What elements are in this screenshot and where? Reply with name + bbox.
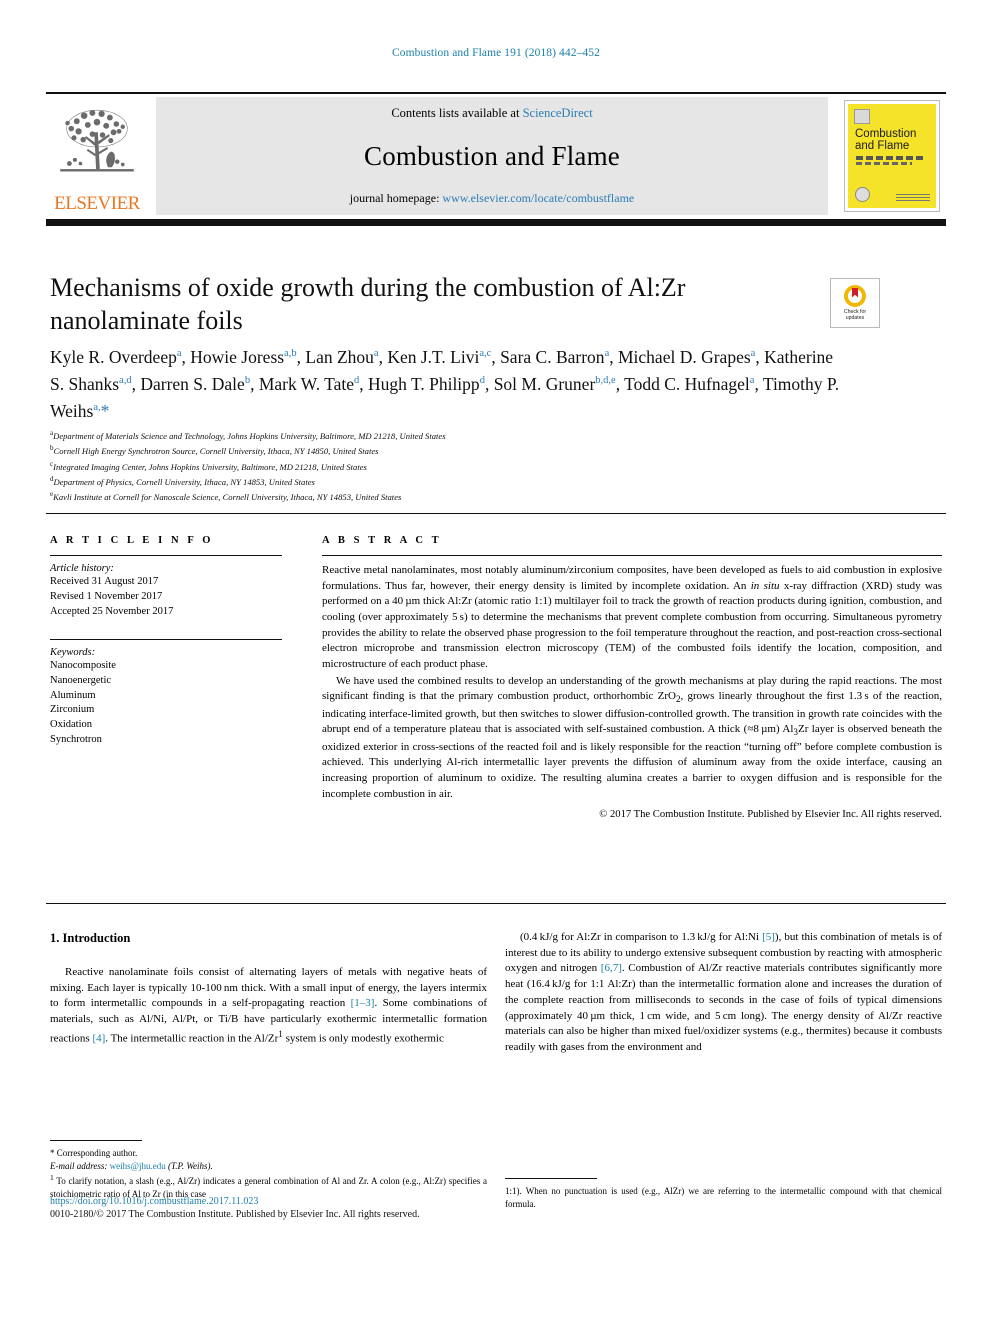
abstract-copyright: © 2017 The Combustion Institute. Publish…: [599, 809, 942, 821]
email-suffix: (T.P. Weihs).: [167, 1161, 213, 1172]
cover-elsevier-mark: [854, 109, 870, 124]
contents-available-line: Contents lists available at ScienceDirec…: [391, 106, 592, 121]
masthead-bottom-rule: [46, 219, 946, 226]
article-info-column: A R T I C L E I N F O Article history: R…: [50, 535, 282, 748]
footnote-block-left: * Corresponding author. E-mail address: …: [50, 1122, 487, 1201]
page-title: Mechanisms of oxide growth during the co…: [50, 273, 686, 335]
crossmark-label-line2: updates: [845, 315, 865, 321]
abstract-rule: [322, 555, 942, 556]
footnote-corresponding-author: * Corresponding author.: [50, 1147, 487, 1160]
body-column-left: 1. Introduction Reactive nanolaminate fo…: [50, 930, 487, 1047]
journal-masthead: ELSEVIER Contents lists available at Sci…: [46, 92, 946, 226]
abstract-paragraph: We have used the combined results to dev…: [322, 674, 942, 800]
paper-page: Combustion and Flame 191 (2018) 442–452: [0, 0, 992, 1323]
homepage-prefix: journal homepage:: [349, 191, 443, 205]
email-label: E-mail address:: [50, 1161, 108, 1172]
affiliation-text: Cornell High Energy Synchrotron Source, …: [53, 446, 379, 457]
running-head: Combustion and Flame 191 (2018) 442–452: [391, 47, 600, 59]
affiliation-item: cIntegrated Imaging Center, Johns Hopkin…: [50, 459, 840, 474]
elsevier-tree-icon: [60, 109, 134, 172]
affiliation-text: Department of Physics, Cornell Universit…: [53, 476, 315, 487]
cover-subtitle-bar-2: [856, 162, 912, 165]
keyword-item: Zirconium: [50, 704, 95, 716]
body-column-right: (0.4 kJ/g for Al:Zr in comparison to 1.3…: [505, 930, 942, 1056]
article-info-heading: A R T I C L E I N F O: [50, 535, 214, 546]
cover-subtitle-bar: [856, 156, 926, 160]
journal-homepage-line: journal homepage: www.elsevier.com/locat…: [350, 191, 634, 206]
cover-footer-mark: [896, 192, 930, 201]
article-history-item: Received 31 August 2017: [50, 576, 159, 587]
doi-link[interactable]: https://doi.org/10.1016/j.combustflame.2…: [50, 1196, 650, 1207]
abstract-paragraph: Reactive metal nanolaminates, most notab…: [322, 564, 942, 671]
keywords-rule: [50, 638, 282, 640]
journal-homepage-link[interactable]: www.elsevier.com/locate/combustflame: [442, 191, 634, 205]
masthead-banner: Contents lists available at ScienceDirec…: [156, 97, 828, 215]
footnote-rule: [505, 1178, 597, 1179]
keywords-label: Keywords:: [50, 646, 96, 658]
keyword-item: Aluminum: [50, 689, 96, 701]
info-block-top-rule: [46, 513, 946, 514]
abstract-heading: A B S T R A C T: [322, 535, 442, 546]
abstract-column: A B S T R A C T Reactive metal nanolamin…: [322, 535, 942, 820]
body-paragraph: Reactive nanolaminate foils consist of a…: [50, 965, 487, 1045]
footnote-email: E-mail address: weihs@jhu.edu (T.P. Weih…: [50, 1160, 487, 1173]
sciencedirect-link[interactable]: ScienceDirect: [523, 106, 593, 120]
affiliation-list: aDepartment of Materials Science and Tec…: [50, 428, 840, 504]
crossmark-label: Check for updates: [844, 309, 866, 322]
journal-cover-thumbnail: Combustion and Flame: [838, 97, 946, 215]
cover-title: Combustion and Flame: [855, 128, 916, 152]
affiliation-item: dDepartment of Physics, Cornell Universi…: [50, 474, 840, 489]
article-history-label: Article history:: [50, 563, 114, 574]
corresponding-label: Corresponding author.: [56, 1148, 138, 1158]
article-history-item: Revised 1 November 2017: [50, 590, 163, 602]
issn-copyright-line: 0010-2180/© 2017 The Combustion Institut…: [50, 1209, 420, 1220]
article-history-item: Accepted 25 November 2017: [50, 605, 174, 617]
cover-title-line1: Combustion: [855, 128, 917, 140]
elsevier-logo: ELSEVIER: [46, 97, 148, 215]
keyword-item: Nanoenergetic: [50, 674, 112, 686]
affiliation-text: Integrated Imaging Center, Johns Hopkins…: [53, 461, 367, 472]
masthead-top-rule: [46, 92, 946, 94]
affiliation-text: Kavli Institute at Cornell for Nanoscale…: [53, 491, 402, 502]
elsevier-wordmark: ELSEVIER: [54, 193, 140, 214]
page-footer: https://doi.org/10.1016/j.combustflame.2…: [50, 1196, 650, 1220]
keyword-item: Nanocomposite: [50, 659, 116, 671]
affiliation-item: bCornell High Energy Synchrotron Source,…: [50, 443, 840, 458]
cover-seal-icon: [855, 187, 870, 202]
article-info-rule: [50, 555, 282, 556]
author-list: Kyle R. Overdeepa, Howie Joressa,b, Lan …: [50, 347, 840, 421]
section-heading-introduction: 1. Introduction: [50, 931, 131, 945]
email-link[interactable]: weihs@jhu.edu: [110, 1161, 166, 1171]
contents-prefix: Contents lists available at: [391, 106, 523, 120]
footnote-rule: [50, 1140, 142, 1141]
cover-title-line2: and Flame: [855, 140, 910, 153]
affiliation-text: Department of Materials Science and Tech…: [53, 430, 446, 441]
body-paragraph: (0.4 kJ/g for Al:Zr in comparison to 1.3…: [505, 931, 942, 1054]
keyword-item: Synchrotron: [50, 734, 102, 746]
info-block-bottom-rule: [46, 903, 946, 904]
keyword-item: Oxidation: [50, 719, 92, 731]
affiliation-item: eKavli Institute at Cornell for Nanoscal…: [50, 489, 840, 504]
corresponding-marker: *: [50, 1148, 55, 1158]
affiliation-item: aDepartment of Materials Science and Tec…: [50, 428, 840, 443]
crossmark-badge[interactable]: Check for updates: [830, 278, 880, 328]
crossmark-icon: [844, 284, 866, 307]
journal-title: Combustion and Flame: [364, 140, 620, 171]
